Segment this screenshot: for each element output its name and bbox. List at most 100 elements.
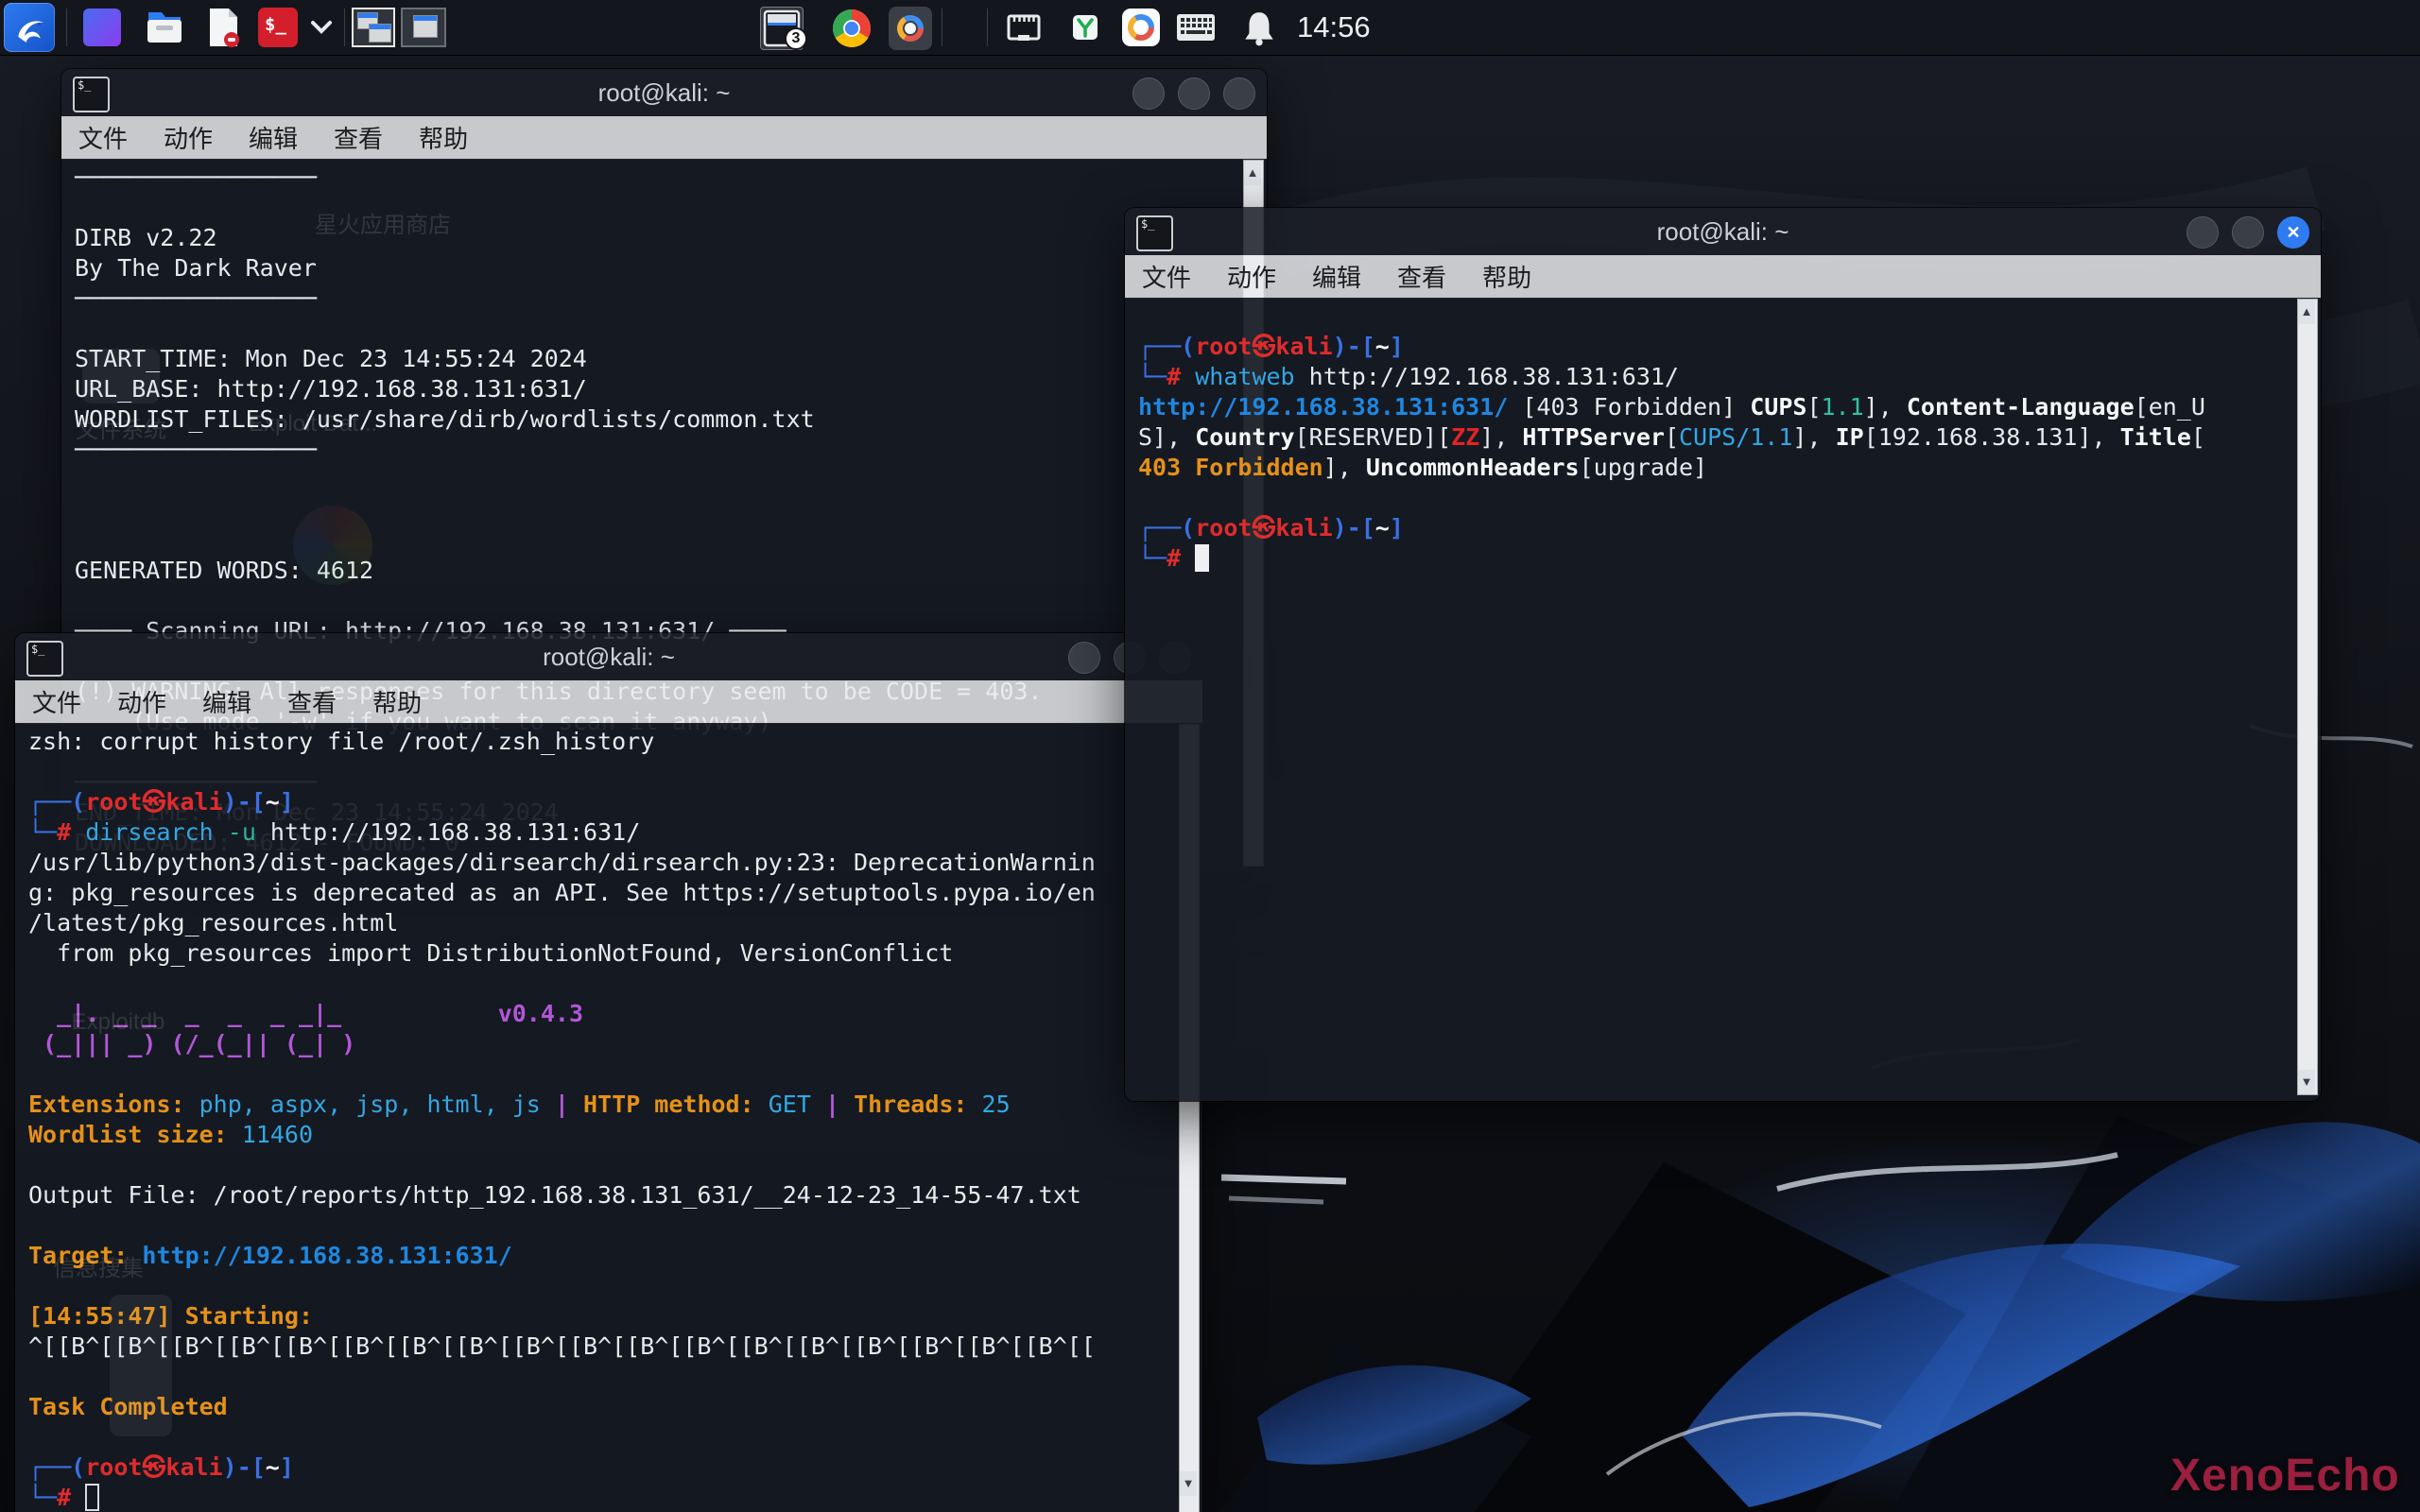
app-swirl-tray-icon[interactable]: [1121, 8, 1161, 47]
launcher-file-manager[interactable]: [142, 6, 187, 49]
terminal-output[interactable]: ┌──(root㉿kali)-[~]└─# whatweb http://192…: [1125, 298, 2321, 1101]
window-title: root@kali: ~: [1125, 217, 2321, 247]
terminal-line: Output File: /root/reports/http_192.168.…: [28, 1180, 1202, 1211]
menu-item[interactable]: 动作: [117, 684, 166, 719]
terminal-line: ┌──(root㉿kali)-[~]: [28, 1452, 1202, 1483]
terminal-line: Target: http://192.168.38.131:631/: [28, 1241, 1202, 1271]
workspace-window-thumb: [369, 24, 391, 43]
launcher-root-terminal[interactable]: $_: [255, 6, 301, 49]
launcher-app[interactable]: [79, 6, 125, 49]
title-bar[interactable]: $_ root@kali: ~: [61, 69, 1267, 116]
terminal-line: ┌──(root㉿kali)-[~]: [1138, 332, 2321, 362]
terminal-line: [75, 193, 1267, 223]
bell-icon: [1242, 9, 1276, 47]
terminal-line: _|. _ _ _ _ _ _|_ v0.4.3: [28, 999, 1202, 1029]
network-tray-icon[interactable]: [1006, 11, 1042, 43]
menu-item[interactable]: 动作: [164, 120, 213, 155]
maximize-button[interactable]: [1178, 77, 1210, 110]
taskbar-chrome[interactable]: [830, 7, 873, 50]
terminal-window-whatweb[interactable]: $_ root@kali: ~ ✕ 文件 动作 编辑 查看 帮助 ┌──(root㉿ka…: [1125, 208, 2321, 1101]
keyboard-layout-tray-icon[interactable]: [1176, 13, 1216, 42]
menu-item[interactable]: 帮助: [1482, 259, 1531, 294]
menu-item[interactable]: 编辑: [249, 120, 298, 155]
swirl-app-icon: [893, 11, 927, 45]
kali-dragon-icon: [10, 9, 48, 46]
launcher-expand-chevron[interactable]: [308, 6, 335, 49]
taskbar-terminal-group[interactable]: 3: [760, 7, 804, 50]
terminal-line: └─#: [28, 1483, 1202, 1512]
terminal-line: START_TIME: Mon Dec 23 14:55:24 2024: [75, 344, 1267, 374]
title-bar[interactable]: $_ root@kali: ~: [15, 633, 1202, 680]
ghost-desktop-label: 星火应用商店: [302, 206, 463, 239]
terminal-line: zsh: corrupt history file /root/.zsh_his…: [28, 727, 1202, 757]
scroll-down-arrow[interactable]: ▼: [1180, 1471, 1197, 1496]
minimize-button[interactable]: [1068, 642, 1100, 674]
menu-item[interactable]: 文件: [78, 120, 128, 155]
menu-item[interactable]: 查看: [1397, 259, 1446, 294]
menu-item[interactable]: 查看: [334, 120, 383, 155]
menu-bar: 文件 动作 编辑 查看 帮助: [1125, 255, 2321, 299]
workspace-2[interactable]: [401, 8, 446, 47]
workspace-1[interactable]: [352, 8, 395, 47]
ghost-desktop-icon: [82, 349, 160, 404]
menu-item[interactable]: 编辑: [202, 684, 251, 719]
terminal-line: [75, 465, 1267, 495]
terminal-line: URL_BASE: http://192.168.38.131:631/: [75, 374, 1267, 404]
launcher-text-editor[interactable]: [200, 6, 246, 49]
terminal-line: [1138, 483, 2321, 513]
app-grid-icon: [81, 7, 123, 48]
menu-bar: 文件 动作 编辑 查看帮助: [15, 680, 1202, 724]
menu-item[interactable]: 帮助: [372, 684, 422, 719]
terminal-line: /latest/pkg_resources.html: [28, 908, 1202, 938]
maximize-button[interactable]: [2232, 216, 2264, 249]
clock[interactable]: 14:56: [1297, 0, 1371, 55]
title-bar[interactable]: $_ root@kali: ~ ✕: [1125, 208, 2321, 255]
ethernet-icon: [1006, 11, 1042, 43]
kali-menu-button[interactable]: [4, 3, 55, 52]
terminal-line: └─#: [1138, 543, 2321, 574]
terminal-line: ─────────────────: [75, 435, 1267, 465]
terminal-line: S], Country[RESERVED][ZZ], HTTPServer[CU…: [1138, 422, 2321, 453]
terminal-window-dirsearch[interactable]: $_ root@kali: ~ 文件 动作 编辑 查看帮助 zsh: corrupt …: [15, 633, 1202, 1512]
scroll-down-arrow[interactable]: ▼: [2298, 1070, 2315, 1094]
scroll-up-arrow[interactable]: ▲: [2298, 300, 2315, 324]
menu-item[interactable]: 文件: [32, 684, 81, 719]
terminal-line: ┌──(root㉿kali)-[~]: [28, 787, 1202, 817]
menu-item[interactable]: 帮助: [419, 120, 468, 155]
minimize-button[interactable]: [2187, 216, 2219, 249]
terminal-count-badge: 3: [785, 27, 807, 50]
terminal-line: └─# dirsearch -u http://192.168.38.131:6…: [28, 817, 1202, 848]
workspace-window-thumb: [413, 15, 438, 38]
terminal-line: from pkg_resources import DistributionNo…: [28, 938, 1202, 969]
terminal-line: [75, 314, 1267, 344]
terminal-line: [14:55:47] Starting:: [28, 1301, 1202, 1332]
close-button[interactable]: [1223, 77, 1255, 110]
notifications-tray-icon[interactable]: [1242, 9, 1276, 47]
terminal-line: [28, 757, 1202, 787]
chevron-down-icon: [310, 20, 333, 35]
ghost-chrome-icon: [293, 506, 372, 585]
svg-text:$_: $_: [265, 14, 286, 35]
terminal-line: By The Dark Raver: [75, 253, 1267, 284]
scrollbar[interactable]: ▲ ▼: [2297, 299, 2318, 1095]
menu-item[interactable]: 文件: [1142, 259, 1191, 294]
terminal-line: http://192.168.38.131:631/ [403 Forbidde…: [1138, 392, 2321, 422]
terminal-line: g: pkg_resources is deprecated as an API…: [28, 878, 1202, 908]
menu-item[interactable]: 动作: [1227, 259, 1276, 294]
close-button[interactable]: ✕: [2277, 216, 2309, 249]
terminal-line: ┌──(root㉿kali)-[~]: [1138, 513, 2321, 543]
terminal-line: [1138, 301, 2321, 332]
minimize-button[interactable]: [1132, 77, 1165, 110]
scroll-up-arrow[interactable]: ▲: [1244, 161, 1261, 185]
taskbar-gallery-app[interactable]: [889, 7, 932, 50]
terminal-line: Wordlist size: 11460: [28, 1120, 1202, 1150]
menu-item[interactable]: 编辑: [1312, 259, 1361, 294]
terminal-output[interactable]: zsh: corrupt history file /root/.zsh_his…: [15, 723, 1202, 1512]
terminal-line: GENERATED WORDS: 4612: [75, 556, 1267, 586]
terminal-line: [28, 1422, 1202, 1452]
terminal-line: [28, 1150, 1202, 1180]
menu-item[interactable]: 查看: [287, 684, 337, 719]
chrome-icon: [832, 9, 872, 48]
input-method-tray-icon[interactable]: [1072, 14, 1098, 41]
terminal-line: [28, 1059, 1202, 1090]
